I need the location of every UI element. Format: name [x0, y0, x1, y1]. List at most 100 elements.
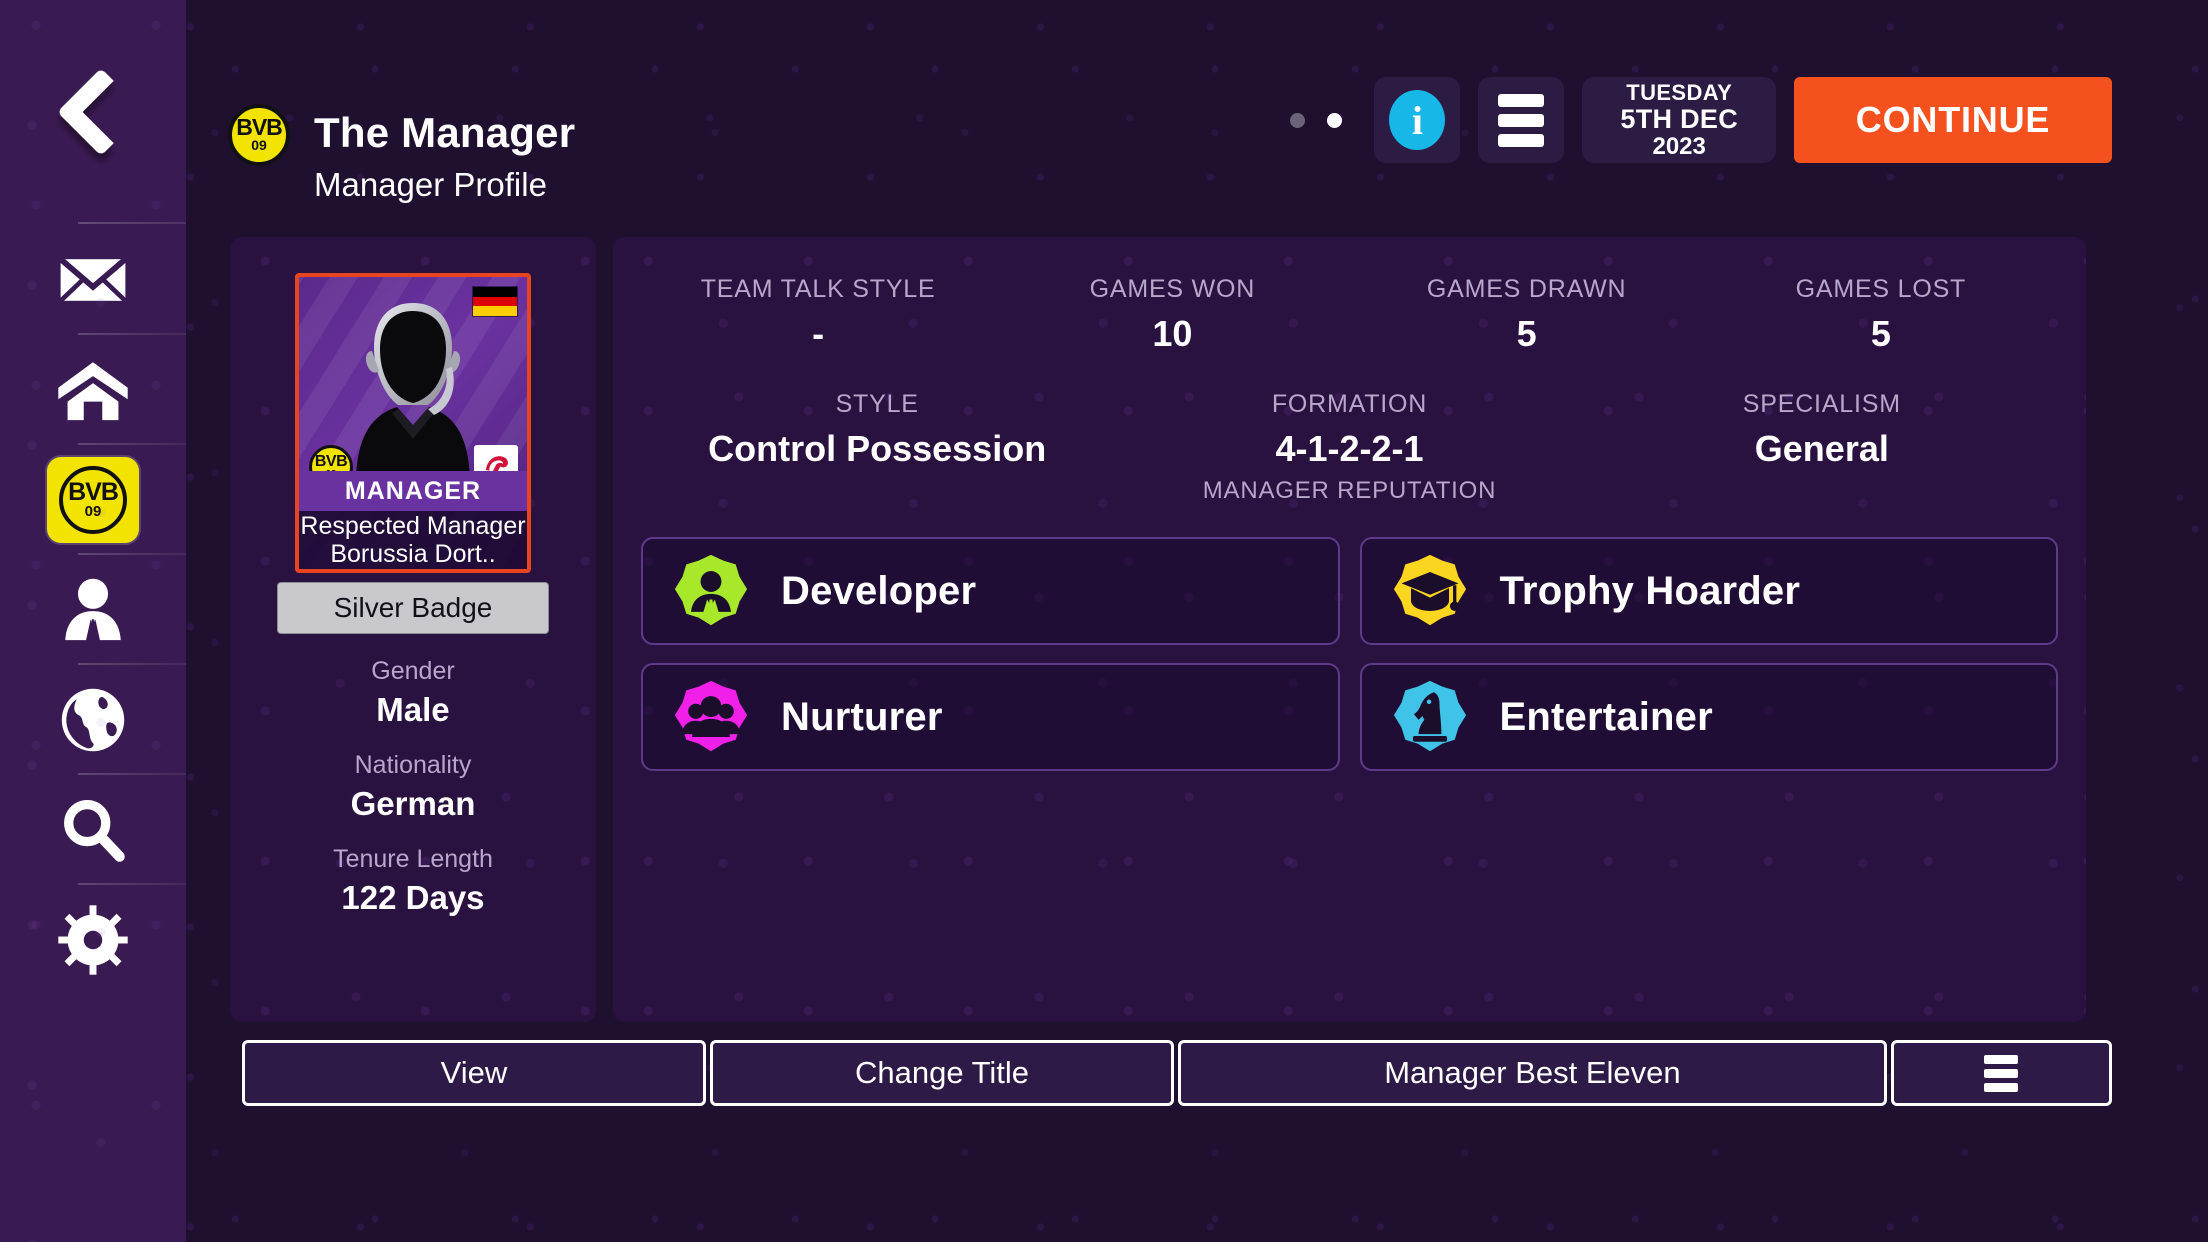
trophy-hoarder-badge-icon [1392, 553, 1468, 629]
stat-games-won: GAMES WON 10 [995, 277, 1349, 352]
entertainer-badge-icon [1392, 679, 1468, 755]
content-area: BVB 09 BUNDESLIGA MANAGER Respected Mana… [186, 237, 2208, 1022]
attribute-gender: Gender Male [371, 658, 454, 728]
stat-label: GAMES WON [1089, 275, 1256, 303]
nav-item-list: BVB 09 [0, 225, 186, 995]
page-header: BVB 09 The Manager Manager Profile i TUE… [186, 0, 2208, 225]
trait-nurturer[interactable]: Nurturer [641, 663, 1340, 771]
menu-button[interactable] [1478, 77, 1565, 163]
stat-label: STYLE [835, 390, 919, 418]
page-title: The Manager [314, 109, 576, 156]
developer-badge-icon [673, 553, 749, 629]
trait-trophy-hoarder[interactable]: Trophy Hoarder [1359, 537, 2058, 645]
date-weekday: TUESDAY [1626, 79, 1733, 105]
header-controls: i TUESDAY 5TH DEC 2023 CONTINUE [1290, 77, 2112, 163]
attribute-value: Male [376, 691, 450, 729]
attribute-label: Tenure Length [333, 844, 493, 873]
page-dot-2[interactable] [1327, 112, 1343, 128]
person-icon [56, 573, 130, 647]
stat-value: Control Possession [708, 428, 1047, 469]
manager-reputation-label: MANAGER REPUTATION [1202, 477, 1497, 504]
sidebar-item-club[interactable]: BVB 09 [0, 445, 186, 555]
manager-best-eleven-button[interactable]: Manager Best Eleven [1178, 1040, 1887, 1106]
sidebar-item-home[interactable] [0, 335, 186, 445]
more-options-button[interactable] [1890, 1040, 2112, 1106]
trait-label: Trophy Hoarder [1499, 568, 1801, 613]
stat-label: GAMES DRAWN [1426, 275, 1627, 303]
mail-icon [56, 243, 130, 317]
stat-label: FORMATION [1271, 390, 1428, 418]
page-dot-1[interactable] [1290, 112, 1306, 128]
trait-entertainer[interactable]: Entertainer [1359, 663, 2058, 771]
home-icon [56, 353, 130, 427]
card-reputation-line: Respected Manager [300, 512, 526, 540]
card-crest-top: BVB [314, 452, 348, 470]
tactics-stats-row: STYLE Control Possession FORMATION 4-1-2… [641, 392, 2058, 503]
continue-button[interactable]: CONTINUE [1794, 77, 2112, 163]
attribute-nationality: Nationality German [351, 752, 476, 822]
stat-formation: FORMATION 4-1-2-2-1 MANAGER REPUTATION [1113, 392, 1585, 503]
chevron-left-icon [57, 67, 145, 156]
stat-label: GAMES LOST [1795, 275, 1967, 303]
stat-games-lost: GAMES LOST 5 [1704, 277, 2058, 352]
record-stats-row: TEAM TALK STYLE - GAMES WON 10 GAMES DRA… [641, 277, 2058, 352]
attribute-value: 122 Days [341, 879, 485, 917]
date-display[interactable]: TUESDAY 5TH DEC 2023 [1582, 77, 1776, 163]
attribute-value: German [350, 785, 476, 823]
card-role-label: MANAGER [299, 471, 527, 511]
manager-detail-panel: TEAM TALK STYLE - GAMES WON 10 GAMES DRA… [613, 237, 2086, 1022]
sidebar-item-settings[interactable] [0, 885, 186, 995]
date-day-month: 5TH DEC [1620, 103, 1738, 134]
header-crest-bottom: 09 [251, 137, 267, 154]
stat-value: 5 [1516, 313, 1537, 354]
header-title-block: The Manager Manager Profile [314, 109, 576, 203]
sidebar-item-world[interactable] [0, 665, 186, 775]
back-button[interactable] [0, 0, 186, 223]
hamburger-icon [1984, 1054, 2019, 1092]
sidebar-item-manager[interactable] [0, 555, 186, 665]
attribute-tenure: Tenure Length 122 Days [333, 846, 493, 916]
page-subtitle: Manager Profile [314, 166, 547, 203]
manager-profile-panel: BVB 09 BUNDESLIGA MANAGER Respected Mana… [230, 237, 596, 1022]
attribute-label: Gender [371, 657, 455, 685]
page-indicator-dots [1290, 112, 1343, 128]
stat-specialism: SPECIALISM General [1586, 392, 2058, 503]
hamburger-icon [1498, 93, 1545, 147]
globe-icon [56, 683, 130, 757]
nav-divider [78, 222, 186, 224]
header-club-crest-icon: BVB 09 [228, 104, 290, 166]
stat-value: 10 [1152, 313, 1193, 354]
trait-label: Nurturer [781, 694, 943, 739]
stat-value: 4-1-2-2-1 [1275, 428, 1424, 469]
stat-label: SPECIALISM [1742, 390, 1901, 418]
badge-status-button[interactable]: Silver Badge [277, 582, 549, 634]
manager-portrait-card[interactable]: BVB 09 BUNDESLIGA MANAGER Respected Mana… [295, 273, 531, 573]
sidebar-item-search[interactable] [0, 775, 186, 885]
trait-label: Entertainer [1499, 694, 1713, 739]
stat-games-drawn: GAMES DRAWN 5 [1350, 277, 1704, 352]
trait-developer[interactable]: Developer [641, 537, 1340, 645]
germany-flag-icon [472, 286, 518, 317]
crest-top-text: BVB [68, 477, 119, 506]
change-title-button[interactable]: Change Title [710, 1040, 1174, 1106]
attribute-label: Nationality [354, 750, 472, 779]
stat-value: 5 [1870, 313, 1891, 354]
sidebar-item-inbox[interactable] [0, 225, 186, 335]
nurturer-badge-icon [673, 679, 749, 755]
header-crest-top: BVB [236, 113, 283, 140]
crest-bottom-text: 09 [84, 502, 102, 520]
card-detail-lines: Respected Manager Borussia Dort.. [299, 511, 527, 569]
action-button-bar: View Change Title Manager Best Eleven [186, 1022, 2208, 1242]
card-club-line: Borussia Dort.. [330, 540, 496, 568]
manager-traits-grid: Developer Trophy Hoarder Nurturer Entert… [641, 537, 2058, 771]
info-button[interactable]: i [1374, 77, 1461, 163]
gear-icon [56, 903, 130, 977]
view-button[interactable]: View [242, 1040, 706, 1106]
trait-label: Developer [781, 568, 977, 613]
stat-style: STYLE Control Possession [641, 392, 1113, 503]
stat-value: - [812, 313, 825, 354]
info-icon: i [1389, 90, 1446, 150]
date-year: 2023 [1652, 133, 1706, 161]
search-icon [56, 793, 130, 867]
manager-silhouette-image [356, 303, 470, 477]
